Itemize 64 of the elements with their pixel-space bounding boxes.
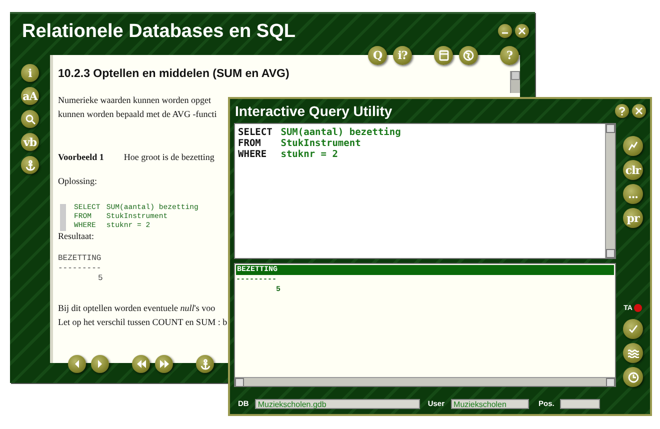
paragraph-line: kunnen worden bepaald met de AVG -functi	[58, 108, 217, 121]
lightning-icon	[628, 141, 638, 151]
anchor-button[interactable]	[21, 156, 39, 174]
example-question: Hoe groot is de bezetting	[124, 152, 214, 162]
round-button[interactable]: ?	[500, 46, 519, 65]
query-editor[interactable]: SELECT SUM(aantal) bezetting FROM StukInstrument WHERE stuknr = 2	[234, 123, 616, 259]
close-button[interactable]	[515, 24, 529, 38]
db-field[interactable]: Muziekscholen.gdb	[254, 398, 420, 408]
forward-button[interactable]	[155, 355, 173, 373]
solution-label: Oplossing:	[58, 176, 98, 186]
help-button[interactable]	[615, 104, 629, 118]
question-mark-icon	[619, 106, 625, 116]
pos-field[interactable]	[560, 398, 600, 408]
close-button[interactable]	[632, 104, 646, 118]
result-label: Resultaat:	[58, 231, 94, 241]
anchor-icon	[24, 160, 36, 170]
round-button[interactable]: i	[21, 64, 39, 82]
query-line: FROM StukInstrument	[238, 138, 361, 149]
anchor-icon	[200, 358, 210, 370]
window-button[interactable]	[434, 46, 453, 65]
previous-button[interactable]	[68, 355, 86, 373]
round-button[interactable]: aA	[21, 87, 39, 105]
round-button[interactable]: Q	[368, 46, 387, 65]
waves-icon	[628, 348, 638, 358]
close-icon	[518, 27, 526, 35]
round-button[interactable]: clr	[623, 160, 643, 180]
anchor-button[interactable]	[196, 355, 214, 373]
result-header: BEZETTING	[58, 254, 102, 264]
round-button[interactable]: ...	[623, 184, 643, 204]
example-label: Voorbeeld 1	[58, 152, 104, 162]
round-button[interactable]: vb	[21, 133, 39, 151]
section-heading: 10.2.3 Optellen en middelen (SUM en AVG)	[58, 68, 290, 80]
round-button[interactable]: i?	[393, 46, 412, 65]
double-right-triangle-icon	[160, 360, 168, 368]
query-line: WHERE stuknr = 2	[238, 149, 338, 160]
result-value: 5	[97, 274, 103, 284]
window-title: Relationele Databases en SQL	[22, 21, 296, 43]
minimize-button[interactable]	[498, 24, 512, 38]
close-icon	[635, 107, 643, 115]
double-left-triangle-icon	[136, 360, 146, 368]
check-button[interactable]	[623, 319, 643, 339]
paragraph-line: Bij dit optellen worden eventuele null's voo	[58, 302, 216, 315]
check-icon	[628, 324, 638, 334]
left-triangle-icon	[74, 360, 80, 368]
search-button[interactable]	[21, 110, 39, 128]
vertical-scrollbar[interactable]	[510, 71, 520, 93]
paragraph-line: Numerieke waarden kunnen worden opget	[58, 94, 211, 107]
clock-icon	[628, 372, 638, 382]
search-icon	[24, 114, 36, 124]
result-rule: ---------	[58, 264, 102, 274]
waves-button[interactable]	[623, 343, 643, 363]
query-line: SELECT SUM(aantal) bezetting	[238, 127, 401, 138]
rewind-button[interactable]	[132, 355, 150, 373]
vertical-scrollbar[interactable]	[605, 124, 615, 258]
round-button[interactable]: pr	[623, 208, 643, 228]
window-icon	[438, 50, 448, 61]
horizontal-scrollbar[interactable]	[235, 377, 615, 386]
run-button[interactable]	[623, 136, 643, 156]
paragraph-line: Let op het verschil tussen COUNT en SUM : b	[58, 316, 228, 329]
user-field[interactable]: Muziekscholen	[450, 398, 529, 408]
window-title: Interactive Query Utility	[235, 103, 394, 119]
right-triangle-icon	[97, 360, 103, 368]
next-button[interactable]	[91, 355, 109, 373]
clock-button[interactable]	[623, 367, 643, 387]
